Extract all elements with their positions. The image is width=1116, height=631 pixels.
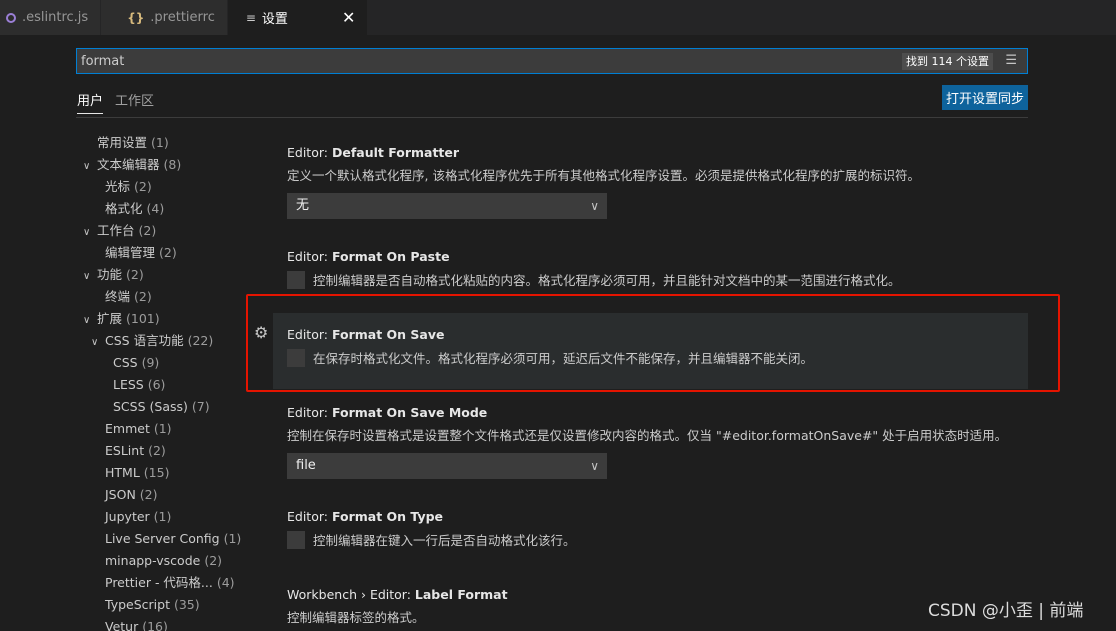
setting-format-on-save-mode: Editor: Format On Save Mode 控制在保存时设置格式是设… xyxy=(287,405,1027,479)
tab-label: .prettierrc xyxy=(150,10,215,25)
tab-label: 设置 xyxy=(261,12,288,27)
tree-item[interactable]: Vetur (16) xyxy=(80,616,250,631)
setting-default-formatter: Editor: Default Formatter 定义一个默认格式化程序, 该… xyxy=(287,145,1027,219)
search-input[interactable] xyxy=(81,52,881,70)
chevron-down-icon: ∨ xyxy=(91,337,99,348)
tab-label: .eslintrc.js xyxy=(22,10,89,25)
close-icon[interactable]: ✕ xyxy=(342,8,355,27)
format-on-save-mode-select[interactable]: file ∨ xyxy=(287,453,607,479)
watermark: CSDN @小歪 | 前端 xyxy=(928,601,1084,621)
tab-settings[interactable]: ≡ 设置 ✕ xyxy=(227,0,369,35)
settings-search-box: 找到 114 个设置 ☰ xyxy=(76,48,1028,74)
search-result-count: 找到 114 个设置 xyxy=(902,53,993,70)
scope-tabs: 用户 工作区 xyxy=(77,90,154,114)
tree-item[interactable]: ESLint (2) xyxy=(80,440,250,462)
tree-item[interactable]: 终端 (2) xyxy=(80,286,250,308)
format-on-type-checkbox[interactable] xyxy=(287,530,305,549)
tree-item[interactable]: ∨ 扩展 (101) xyxy=(80,308,250,330)
highlight-box xyxy=(246,294,1060,392)
tree-item[interactable]: ∨ CSS 语言功能 (22) xyxy=(80,330,250,352)
eslint-file-icon xyxy=(6,12,16,23)
divider xyxy=(76,117,1028,118)
tab-user[interactable]: 用户 xyxy=(77,90,104,114)
chevron-down-icon: ∨ xyxy=(83,271,91,282)
format-on-paste-checkbox[interactable] xyxy=(287,270,305,289)
tab-prettierrc[interactable]: {} .prettierrc xyxy=(101,0,228,35)
tree-item[interactable]: ∨ 功能 (2) xyxy=(80,264,250,286)
tab-eslintrc[interactable]: .eslintrc.js xyxy=(0,0,102,35)
chevron-down-icon: ∨ xyxy=(83,161,91,172)
tree-item[interactable]: Jupyter (1) xyxy=(80,506,250,528)
tree-item[interactable]: ∨ 工作台 (2) xyxy=(80,220,250,242)
tree-item[interactable]: 光标 (2) xyxy=(80,176,250,198)
tree-item[interactable]: minapp-vscode (2) xyxy=(80,550,250,572)
chevron-down-icon: ∨ xyxy=(590,199,599,213)
json-braces-icon: {} xyxy=(127,10,145,25)
tab-workspace[interactable]: 工作区 xyxy=(115,90,154,114)
settings-tree: 常用设置 (1) ∨ 文本编辑器 (8) 光标 (2) 格式化 (4) ∨ 工作台 … xyxy=(80,132,250,631)
setting-format-on-type: Editor: Format On Type 控制编辑器在键入一行后是否自动格式… xyxy=(287,509,576,549)
tree-item[interactable]: Emmet (1) xyxy=(80,418,250,440)
tree-item[interactable]: TypeScript (35) xyxy=(80,594,250,616)
tree-item[interactable]: 格式化 (4) xyxy=(80,198,250,220)
settings-sync-button[interactable]: 打开设置同步 xyxy=(942,85,1028,110)
tab-bar: .eslintrc.js {} .prettierrc ≡ 设置 ✕ xyxy=(0,0,1116,35)
tree-item[interactable]: 常用设置 (1) xyxy=(80,132,250,154)
tree-item[interactable]: JSON (2) xyxy=(80,484,250,506)
tree-item[interactable]: ∨ 文本编辑器 (8) xyxy=(80,154,250,176)
filter-icon[interactable]: ☰ xyxy=(1005,53,1017,68)
chevron-down-icon: ∨ xyxy=(590,459,599,473)
tree-item[interactable]: HTML (15) xyxy=(80,462,250,484)
chevron-down-icon: ∨ xyxy=(83,227,91,238)
settings-lines-icon: ≡ xyxy=(245,10,256,25)
tree-item[interactable]: SCSS (Sass) (7) xyxy=(80,396,250,418)
tree-item[interactable]: Prettier - 代码格... (4) xyxy=(80,572,250,594)
tree-item[interactable]: CSS (9) xyxy=(80,352,250,374)
default-formatter-select[interactable]: 无 ∨ xyxy=(287,193,607,219)
tree-item[interactable]: LESS (6) xyxy=(80,374,250,396)
setting-format-on-paste: Editor: Format On Paste 控制编辑器是否自动格式化粘贴的内… xyxy=(287,249,901,289)
tree-item[interactable]: 编辑管理 (2) xyxy=(80,242,250,264)
chevron-down-icon: ∨ xyxy=(83,315,91,326)
setting-label-format: Workbench › Editor: Label Format 控制编辑器标签… xyxy=(287,587,508,625)
tree-item[interactable]: Live Server Config (1) xyxy=(80,528,250,550)
